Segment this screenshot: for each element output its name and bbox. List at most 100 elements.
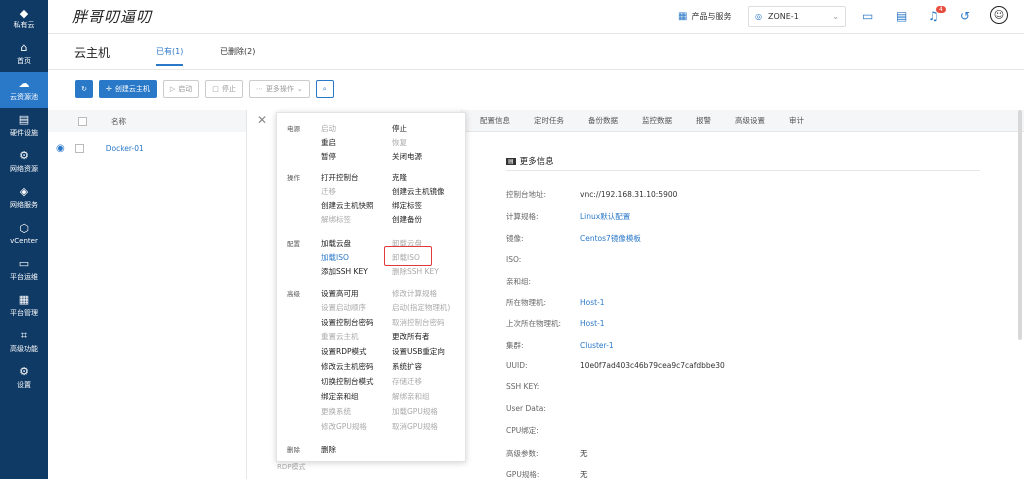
info-value[interactable]: Centos7镜像模板 [580,234,641,243]
sidebar-item-4[interactable]: ◈ 网络服务 [0,180,48,216]
menu-item[interactable]: 启动(指定物理机) [392,302,450,313]
sidebar-item-0[interactable]: ⌂ 首页 [0,36,48,72]
search-button[interactable]: ⌕ [315,80,334,98]
row-checkbox[interactable] [74,143,84,153]
sidebar-item-label: 设置 [17,381,31,389]
history-icon[interactable]: ↺ [960,9,970,23]
menu-item[interactable]: 切换控制台模式 [321,376,374,387]
menu-item[interactable]: 取消控制台密码 [392,317,445,328]
products-services-button[interactable]: ▦ 产品与服务 [678,11,731,22]
menu-item[interactable]: 解绑亲和组 [392,391,430,402]
menu-group-label: 配置 [287,240,300,248]
menu-item[interactable]: 创建云主机镜像 [392,186,445,197]
info-value[interactable]: Linux默认配置 [580,212,630,221]
column-name: 名称 [111,116,126,126]
menu-item[interactable]: 修改GPU规格 [321,421,367,432]
menu-item[interactable]: 修改计算规格 [392,288,437,299]
tab-deleted[interactable]: 已删除(2) [220,46,255,57]
menu-item[interactable]: 绑定标签 [392,200,422,211]
info-value: 无 [580,449,588,458]
menu-item[interactable]: 设置高可用 [321,288,359,299]
menu-item[interactable]: 关闭电源 [392,151,422,162]
close-icon[interactable]: ✕ [257,113,267,127]
menu-item[interactable]: 重置云主机 [321,331,359,342]
detail-tab[interactable]: 备份数据 [588,115,618,126]
stop-button[interactable]: □ 停止 [205,80,243,98]
sidebar-item-5[interactable]: ⬡ vCenter [0,216,48,252]
sidebar-item-8[interactable]: ⌗ 高级功能 [0,324,48,360]
user-avatar-icon[interactable]: ☺ [990,6,1008,24]
menu-item[interactable]: 加载GPU规格 [392,406,438,417]
menu-item[interactable]: 重启 [321,137,336,148]
site-logo[interactable]: 胖哥叨逼叨 [72,6,152,27]
sidebar-item-6[interactable]: ▭ 平台运维 [0,252,48,288]
select-all-checkbox[interactable] [78,116,87,126]
eye-icon[interactable]: ◉ [56,143,65,154]
detail-tab[interactable]: 报警 [696,115,711,126]
menu-item[interactable]: 设置启动顺序 [321,302,366,313]
menu-item[interactable]: 更换系统 [321,406,351,417]
sidebar-item-7[interactable]: ▦ 平台管理 [0,288,48,324]
menu-item[interactable]: 更改所有者 [392,331,430,342]
document-icon[interactable]: ▤ [896,9,907,23]
more-actions-dropdown: 电源 操作 配置 高级 删除 启动 停止 重启 恢复 暂停 关闭电源 打开控制台 克隆 迁移 创建云主机镜像… [276,112,466,462]
menu-item[interactable]: 删除 [321,444,336,455]
menu-item[interactable]: 创建云主机快照 [321,200,374,211]
info-row: User Data: [506,404,580,413]
menu-item[interactable]: 暂停 [321,151,336,162]
menu-item[interactable]: 加载ISO [321,252,349,263]
refresh-button[interactable]: ↻ [75,80,93,98]
menu-item[interactable]: 设置USB重定向 [392,346,445,357]
create-vm-button[interactable]: ✛ 创建云主机 [99,80,157,98]
menu-item[interactable]: 修改云主机密码 [321,361,374,372]
menu-item[interactable]: 加载云盘 [321,238,351,249]
refresh-icon: ↻ [81,85,87,93]
menu-item[interactable]: 创建备份 [392,214,422,225]
topbar: 胖哥叨逼叨 ▦ 产品与服务 ◎ ZONE-1 ⌄ ▭ ▤ ♫ 4 ↺ ☺ [48,0,1024,34]
info-value[interactable]: Host-1 [580,319,605,328]
info-icon: ▤ [506,157,516,165]
menu-item[interactable]: 设置RDP模式 [321,346,367,357]
menu-item[interactable]: 解绑标签 [321,214,351,225]
menu-item[interactable]: 添加SSH KEY [321,266,368,277]
menu-item[interactable]: 克隆 [392,172,407,183]
menu-item[interactable]: 迁移 [321,186,336,197]
zone-select[interactable]: ◎ ZONE-1 ⌄ [748,6,846,27]
brand[interactable]: ◆ 私有云 [0,0,48,36]
detail-tab[interactable]: 监控数据 [642,115,672,126]
detail-tab[interactable]: 配置信息 [480,115,510,126]
start-button[interactable]: ▷ 启动 [162,80,200,98]
sidebar-item-label: 网络服务 [10,201,38,209]
detail-tab[interactable]: 高级设置 [735,115,765,126]
info-row: 高级参数: 无 [506,448,588,459]
menu-group-label: 电源 [287,125,300,133]
info-value[interactable]: Host-1 [580,298,605,307]
scrollbar[interactable] [1018,110,1022,340]
vm-name-link[interactable]: Docker-01 [106,144,144,153]
monitor-icon[interactable]: ▭ [862,9,873,23]
panel-divider [246,110,247,479]
sidebar-item-3[interactable]: ⚙ 网络资源 [0,144,48,180]
info-value[interactable]: Cluster-1 [580,341,614,350]
menu-item[interactable]: 系统扩容 [392,361,422,372]
dots-icon: ⋯ [255,85,263,93]
menu-item[interactable]: 删除SSH KEY [392,266,439,277]
detail-tab[interactable]: 审计 [789,115,804,126]
menu-item[interactable]: 绑定亲和组 [321,391,359,402]
tab-existing[interactable]: 已有(1) [156,46,184,66]
menu-item[interactable]: 启动 [321,123,336,134]
menu-item[interactable]: 打开控制台 [321,172,359,183]
info-key: GPU规格: [506,470,540,479]
sidebar-item-9[interactable]: ⚙ 设置 [0,360,48,396]
menu-item[interactable]: 设置控制台密码 [321,317,374,328]
sidebar-item-2[interactable]: ▤ 硬件设施 [0,108,48,144]
menu-item[interactable]: 存储迁移 [392,376,422,387]
sidebar-item-1[interactable]: ☁ 云资源池 [0,72,48,108]
menu-item[interactable]: 取消GPU规格 [392,421,438,432]
detail-tab[interactable]: 定时任务 [534,115,564,126]
sidebar-item-label: 平台管理 [10,309,38,317]
menu-item[interactable]: 停止 [392,123,407,134]
more-actions-button[interactable]: ⋯ 更多操作 ⌄ [248,80,310,98]
menu-item[interactable]: 恢复 [392,137,407,148]
table-row[interactable]: ◉ Docker-01 [48,138,246,158]
